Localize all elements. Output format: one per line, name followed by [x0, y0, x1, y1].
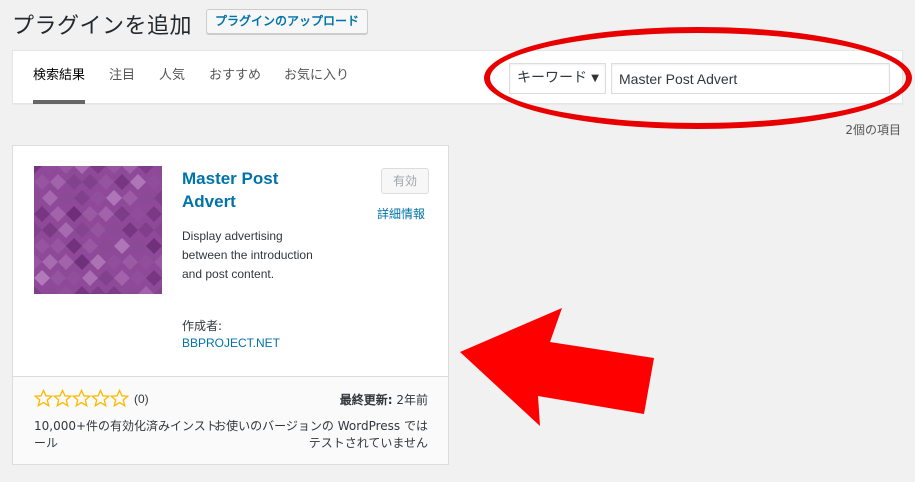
- filter-bar: 検索結果 注目 人気 おすすめ お気に入り キーワード ▼: [12, 50, 903, 104]
- tab-featured[interactable]: 注目: [109, 51, 135, 104]
- more-details-link[interactable]: 詳細情報: [377, 205, 425, 222]
- activate-button: 有効: [381, 168, 429, 194]
- active-installs: 10,000+件の有効化済みインストール: [34, 419, 218, 450]
- last-updated-label: 最終更新:: [339, 393, 393, 407]
- upload-plugin-button[interactable]: プラグインのアップロード: [206, 9, 369, 34]
- search-type-select[interactable]: キーワード ▼: [509, 63, 606, 94]
- star-rating: (0): [34, 389, 149, 408]
- star-empty-icon: [91, 389, 110, 408]
- plugin-card-top: Master Post Advert 有効 詳細情報 Display adver…: [13, 146, 448, 376]
- last-updated: 最終更新: 2年前: [340, 391, 428, 408]
- plugin-icon[interactable]: [34, 166, 162, 294]
- star-empty-icon: [110, 389, 129, 408]
- tab-favorites[interactable]: お気に入り: [284, 51, 349, 104]
- author-link[interactable]: BBPROJECT.NET: [182, 336, 280, 350]
- rating-count: (0): [134, 391, 149, 406]
- compatibility-notice: お使いのバージョンの WordPress ではテストされていません: [214, 419, 428, 450]
- author-label: 作成者:: [182, 319, 223, 333]
- tab-search-results[interactable]: 検索結果: [33, 51, 86, 104]
- caret-down-icon: ▼: [591, 73, 599, 84]
- last-updated-value: 2年前: [392, 393, 428, 407]
- tab-popular[interactable]: 人気: [159, 51, 185, 104]
- star-empty-icon: [53, 389, 72, 408]
- plugin-card: Master Post Advert 有効 詳細情報 Display adver…: [12, 145, 449, 465]
- page-title: プラグインを追加: [12, 14, 193, 39]
- star-empty-icon: [72, 389, 91, 408]
- tab-recommended[interactable]: おすすめ: [209, 51, 261, 104]
- star-empty-icon: [34, 389, 53, 408]
- plugin-card-bottom: (0) 最終更新: 2年前 10,000+件の有効化済みインストール お使いのバ…: [13, 376, 448, 464]
- annotation-arrow-icon: [460, 308, 654, 426]
- plugin-description: Display advertising between the introduc…: [182, 229, 313, 281]
- search-input[interactable]: [611, 63, 890, 94]
- search-type-value: キーワード: [517, 70, 587, 86]
- plugin-name-link[interactable]: Master Post Advert: [182, 167, 312, 213]
- item-count: 2個の項目: [845, 123, 901, 137]
